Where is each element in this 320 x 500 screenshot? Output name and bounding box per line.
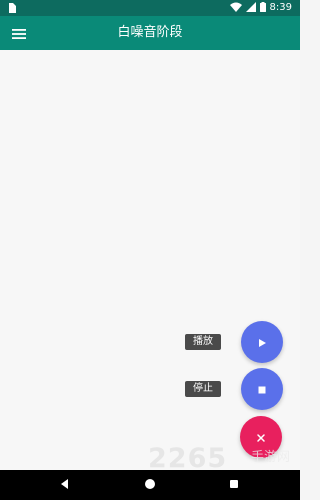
back-icon: [58, 476, 72, 495]
battery-icon: [259, 1, 266, 15]
app-bar: 白噪音阶段: [0, 16, 300, 50]
watermark-number: 2265: [148, 443, 228, 474]
stop-button[interactable]: [241, 368, 283, 410]
stop-icon: [257, 380, 267, 399]
watermark: 2265 手游网: [148, 443, 298, 474]
play-label[interactable]: 播放: [185, 334, 221, 350]
recents-icon: [227, 476, 241, 495]
close-icon: [256, 428, 266, 447]
stop-label[interactable]: 停止: [185, 381, 221, 397]
play-icon: [257, 333, 267, 352]
status-bar: 8:39: [0, 0, 300, 16]
sim-card-icon: [8, 3, 16, 13]
wifi-icon: [229, 2, 242, 15]
back-button[interactable]: [57, 477, 73, 493]
status-time: 8:39: [269, 2, 292, 13]
recents-button[interactable]: [226, 477, 242, 493]
watermark-text: 手游网: [251, 450, 291, 465]
cell-signal-icon: [245, 1, 256, 15]
play-button[interactable]: [241, 321, 283, 363]
home-button[interactable]: [142, 477, 158, 493]
home-icon: [143, 476, 157, 495]
page-title: 白噪音阶段: [117, 25, 183, 40]
status-icons: 8:39: [229, 1, 292, 15]
navigation-bar: [0, 470, 300, 500]
